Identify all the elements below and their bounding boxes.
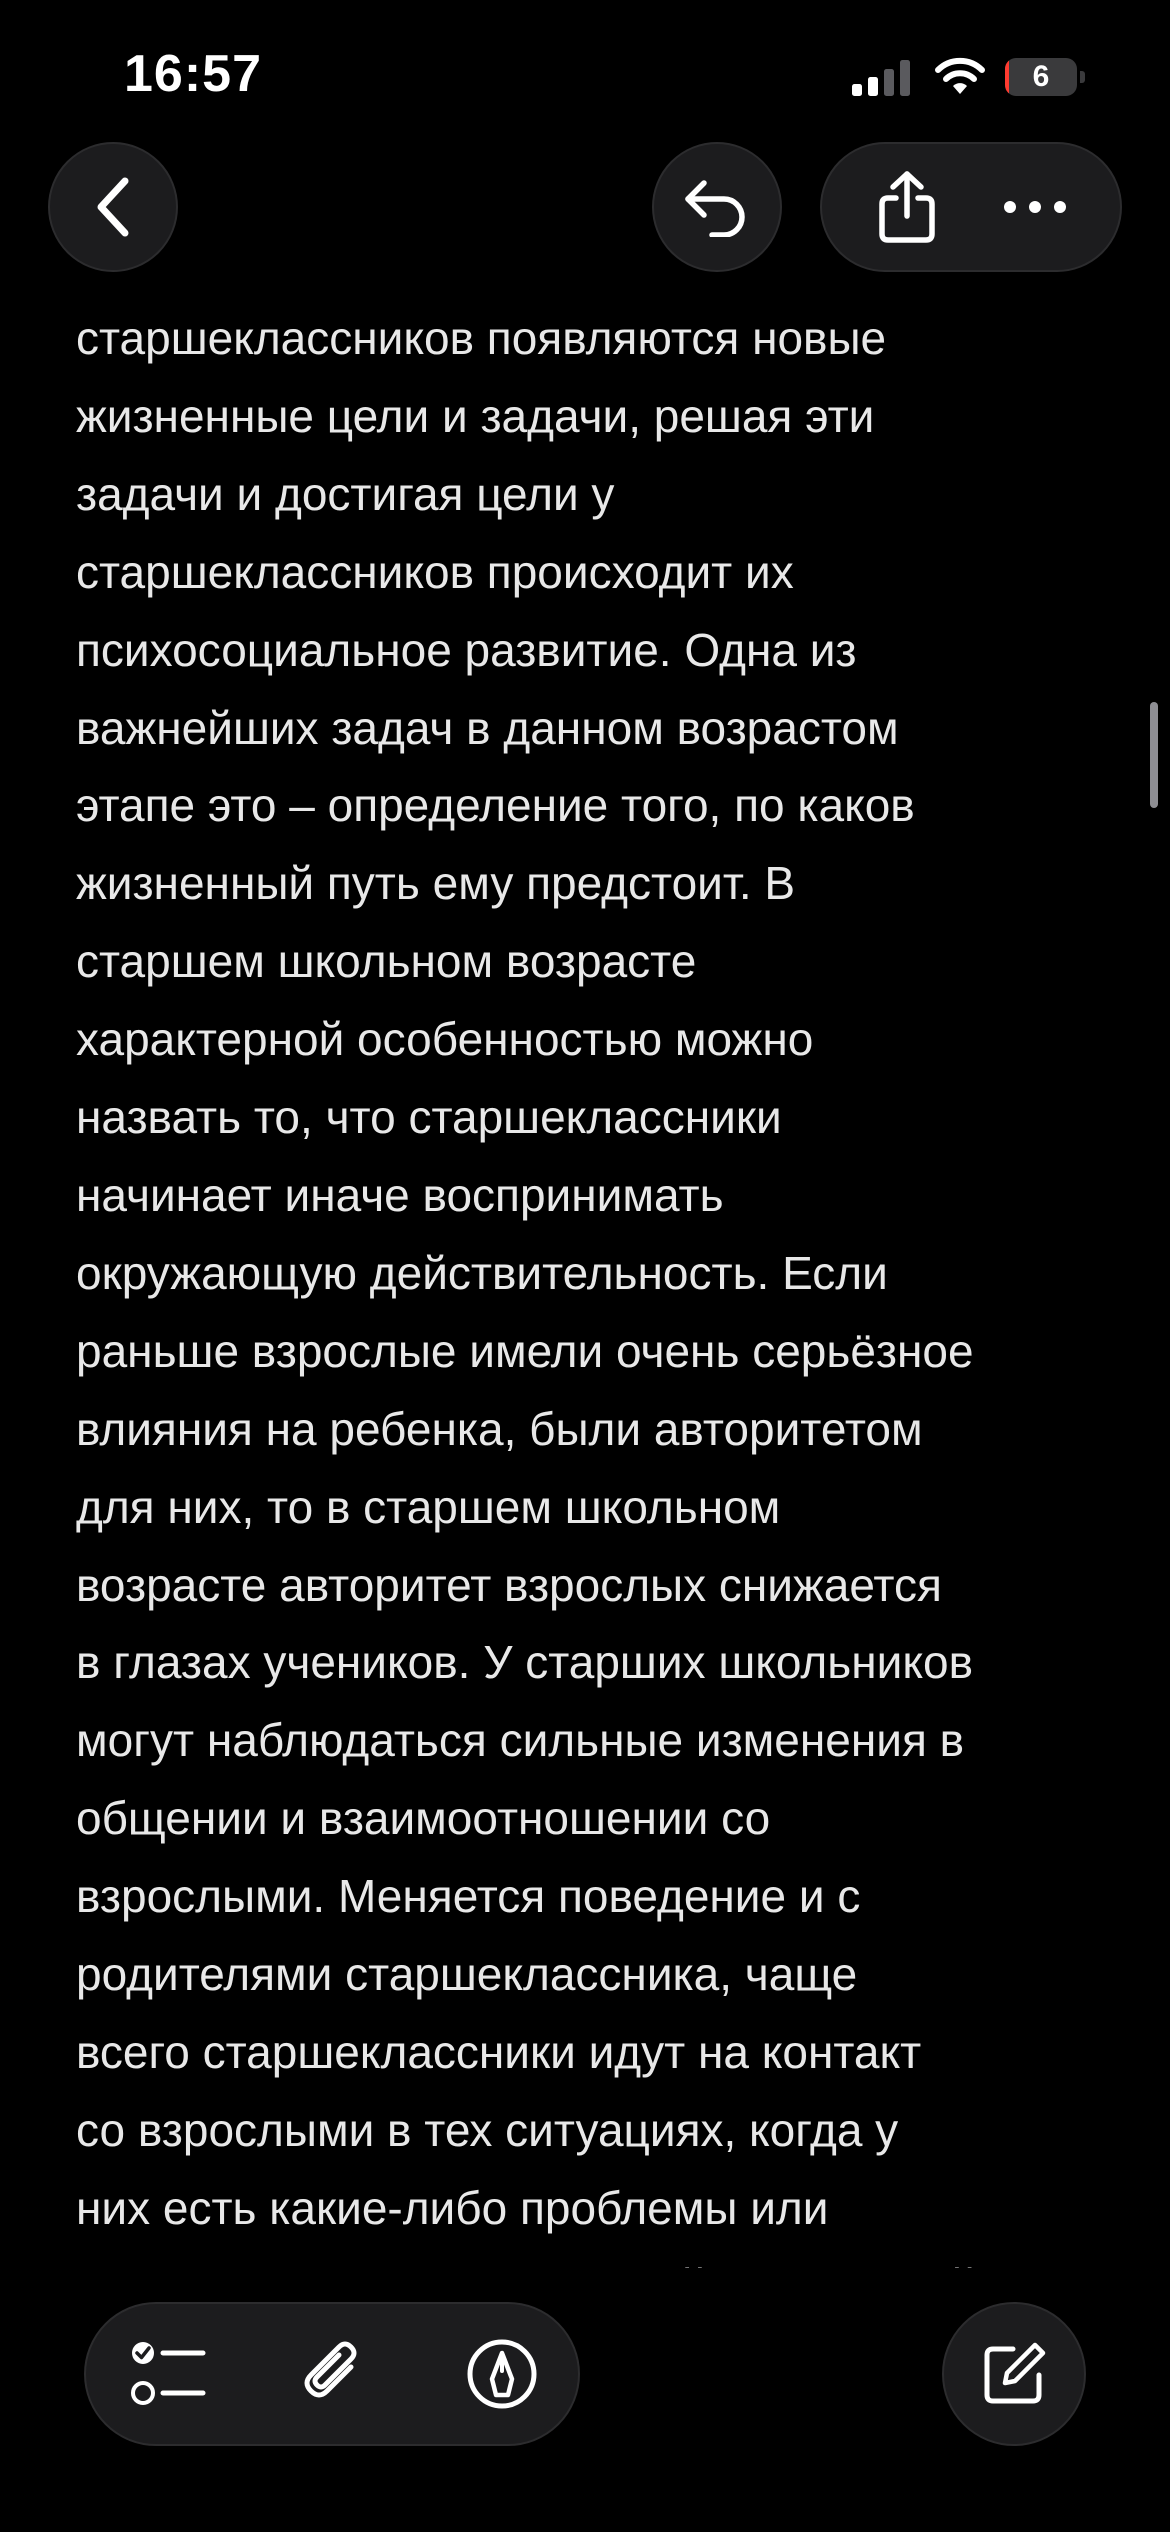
battery-tip: [1080, 71, 1085, 83]
checklist-icon: [131, 2342, 206, 2405]
checklist-button[interactable]: [108, 2304, 228, 2444]
back-button[interactable]: [48, 142, 178, 272]
status-time: 16:57: [124, 45, 262, 103]
compose-icon: [984, 2342, 1046, 2404]
note-line: трудности в жизни. Основной поддержкой: [76, 2248, 1136, 2268]
more-icon: [1004, 201, 1066, 213]
more-button[interactable]: [990, 157, 1080, 257]
note-line: назвать то, что старшеклассники: [76, 1091, 782, 1144]
note-line: этапе это – определение того, по каков: [76, 779, 915, 832]
note-line: возрасте авторитет взрослых снижается: [76, 1558, 942, 1611]
note-line: общении и взаимоотношении со: [76, 1792, 771, 1845]
note-line: раньше взрослые имели очень серьёзное: [76, 1324, 974, 1377]
note-line: могут наблюдаться сильные изменения в: [76, 1714, 965, 1767]
note-line: них есть какие-либо проблемы или: [76, 2181, 829, 2234]
share-icon: [879, 171, 935, 243]
share-button[interactable]: [862, 157, 952, 257]
note-text[interactable]: старшеклассников появляются новые жизненн…: [76, 300, 1136, 2268]
markup-pen-icon: [467, 2339, 537, 2409]
note-line: со взрослыми в тех ситуациях, когда у: [76, 2103, 899, 2156]
share-more-group: [820, 142, 1122, 272]
chevron-left-icon: [97, 177, 129, 237]
undo-button[interactable]: [652, 142, 782, 272]
scroll-indicator[interactable]: [1150, 702, 1158, 808]
battery-body: 6: [1005, 58, 1077, 96]
note-line: старшеклассников происходит их: [76, 545, 794, 598]
note-line: окружающую действительность. Если: [76, 1246, 888, 1299]
note-line: родителями старшеклассника, чаще: [76, 1948, 858, 2001]
note-line: старшем школьном возрасте: [76, 935, 697, 988]
bottom-toolbar: [84, 2302, 580, 2446]
note-line: взрослыми. Меняется поведение и с: [76, 1870, 861, 1923]
note-line: всего старшеклассники идут на контакт: [76, 2025, 922, 2078]
battery-level: 6: [1032, 60, 1050, 93]
markup-button[interactable]: [442, 2304, 562, 2444]
note-line: старшеклассников появляются новые: [76, 312, 887, 364]
note-line: для них, то в старшем школьном: [76, 1480, 781, 1533]
note-line: начинает иначе воспринимать: [76, 1168, 724, 1221]
wifi-icon: [935, 57, 985, 94]
note-line: жизненный путь ему предстоит. В: [76, 857, 796, 910]
note-line: характерной особенностью можно: [76, 1013, 814, 1066]
paperclip-icon: [304, 2341, 357, 2398]
attach-button[interactable]: [274, 2304, 394, 2444]
note-line: задачи и достигая цели у: [76, 467, 615, 520]
note-line: жизненные цели и задачи, решая эти: [76, 389, 875, 442]
cellular-signal-icon: [852, 60, 910, 96]
undo-icon: [685, 180, 745, 237]
status-bar: 16:57 6: [0, 0, 1170, 150]
note-line: влияния на ребенка, были авторитетом: [76, 1402, 923, 1455]
note-line: психосоциальное развитие. Одна из: [76, 623, 857, 676]
battery-icon: 6: [1005, 58, 1085, 96]
note-line: в глазах учеников. У старших школьников: [76, 1636, 973, 1689]
compose-button[interactable]: [942, 2302, 1086, 2446]
note-line: важнейших задач в данном возрастом: [76, 701, 899, 754]
